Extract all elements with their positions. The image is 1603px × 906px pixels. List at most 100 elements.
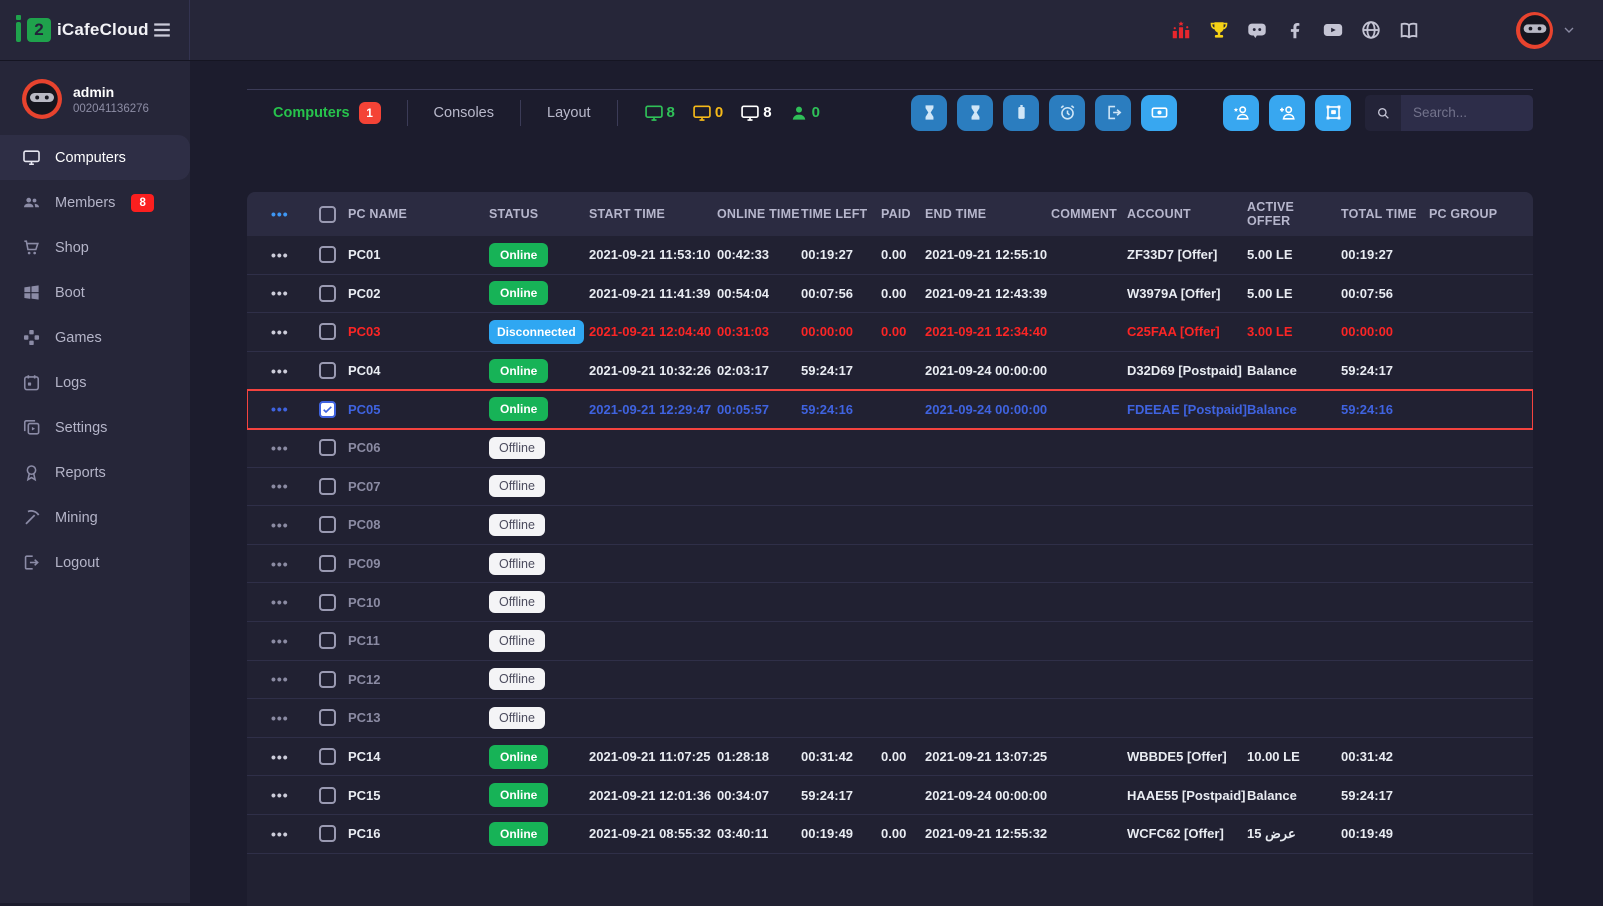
cell-total-time: 59:24:17 <box>1341 363 1429 378</box>
layout-frame-button[interactable] <box>1315 95 1351 131</box>
row-menu-icon[interactable]: ••• <box>271 788 319 802</box>
row-menu-icon[interactable]: ••• <box>271 672 319 686</box>
cell-start-time: 2021-09-21 12:29:47 <box>589 402 717 417</box>
table-row[interactable]: •••PC01Online2021-09-21 11:53:1000:42:33… <box>247 236 1533 275</box>
table-row[interactable]: •••PC06Offline <box>247 429 1533 468</box>
row-menu-icon[interactable]: ••• <box>271 479 319 493</box>
monitor-icon <box>692 103 712 123</box>
sidebar-item-members[interactable]: Members8 <box>0 180 190 225</box>
cell-time-left: 59:24:16 <box>801 402 881 417</box>
row-menu-icon[interactable]: ••• <box>271 325 319 339</box>
cart-icon <box>22 238 41 257</box>
row-menu-icon[interactable]: ••• <box>271 595 319 609</box>
row-checkbox[interactable] <box>319 285 336 302</box>
row-menu-icon[interactable]: ••• <box>271 827 319 841</box>
table-row[interactable]: •••PC04Online2021-09-21 10:32:2602:03:17… <box>247 352 1533 391</box>
battery-button[interactable] <box>1003 95 1039 131</box>
table-row[interactable]: •••PC10Offline <box>247 583 1533 622</box>
cash-button[interactable] <box>1141 95 1177 131</box>
pc-name: PC03 <box>348 324 381 339</box>
tab-consoles[interactable]: Consoles <box>408 90 520 135</box>
globe-icon[interactable] <box>1360 19 1382 41</box>
cell-time-left: 59:24:17 <box>801 788 881 803</box>
table-row[interactable]: •••PC14Online2021-09-21 11:07:2501:28:18… <box>247 738 1533 777</box>
table-row[interactable]: •••PC08Offline <box>247 506 1533 545</box>
row-checkbox[interactable] <box>319 401 336 418</box>
row-checkbox[interactable] <box>319 825 336 842</box>
cell-active-offer: 5.00 LE <box>1247 286 1341 301</box>
select-all-checkbox[interactable] <box>319 206 336 223</box>
header-menu-icon[interactable]: ••• <box>271 207 319 221</box>
trophy-icon[interactable] <box>1208 19 1230 41</box>
discord-icon[interactable] <box>1246 19 1268 41</box>
row-checkbox[interactable] <box>319 594 336 611</box>
row-menu-icon[interactable]: ••• <box>271 286 319 300</box>
row-menu-icon[interactable]: ••• <box>271 518 319 532</box>
table-row[interactable]: •••PC16Online2021-09-21 08:55:3203:40:11… <box>247 815 1533 854</box>
sidebar-item-logout[interactable]: Logout <box>0 540 190 585</box>
row-menu-icon[interactable]: ••• <box>271 441 319 455</box>
tab-layout[interactable]: Layout <box>521 90 617 135</box>
youtube-icon[interactable] <box>1322 19 1344 41</box>
row-checkbox[interactable] <box>319 632 336 649</box>
menu-toggle-icon[interactable] <box>151 19 173 41</box>
status-badge: Offline <box>489 437 545 459</box>
search-input[interactable] <box>1401 95 1533 131</box>
table-row[interactable]: •••PC13Offline <box>247 699 1533 738</box>
sidebar-item-reports[interactable]: Reports <box>0 450 190 495</box>
table-row[interactable]: •••PC11Offline <box>247 622 1533 661</box>
user-avatar[interactable] <box>1516 12 1553 49</box>
row-checkbox[interactable] <box>319 323 336 340</box>
row-menu-icon[interactable]: ••• <box>271 248 319 262</box>
cell-account: ZF33D7 [Offer] <box>1127 247 1247 262</box>
sidebar-item-logs[interactable]: Logs <box>0 360 190 405</box>
sidebar-item-mining[interactable]: Mining <box>0 495 190 540</box>
hourglass-2-button[interactable] <box>957 95 993 131</box>
row-checkbox[interactable] <box>319 362 336 379</box>
row-checkbox[interactable] <box>319 555 336 572</box>
row-checkbox[interactable] <box>319 671 336 688</box>
table-row[interactable]: •••PC05Online2021-09-21 12:29:4700:05:57… <box>247 390 1533 429</box>
row-menu-icon[interactable]: ••• <box>271 402 319 416</box>
sidebar-item-label: Reports <box>55 465 106 481</box>
windows-icon <box>22 283 41 302</box>
table-row[interactable]: •••PC07Offline <box>247 468 1533 507</box>
pc-name: PC15 <box>348 788 381 803</box>
row-menu-icon[interactable]: ••• <box>271 711 319 725</box>
cell-paid: 0.00 <box>881 286 925 301</box>
sidebar-item-games[interactable]: Games <box>0 315 190 360</box>
sign-out-button[interactable] <box>1095 95 1131 131</box>
row-checkbox[interactable] <box>319 787 336 804</box>
sidebar-item-shop[interactable]: Shop <box>0 225 190 270</box>
row-checkbox[interactable] <box>319 748 336 765</box>
cell-start-time: 2021-09-21 10:32:26 <box>589 363 717 378</box>
hourglass-1-button[interactable] <box>911 95 947 131</box>
table-row[interactable]: •••PC02Online2021-09-21 11:41:3900:54:04… <box>247 275 1533 314</box>
alarm-button[interactable] <box>1049 95 1085 131</box>
row-checkbox[interactable] <box>319 709 336 726</box>
row-menu-icon[interactable]: ••• <box>271 634 319 648</box>
table-row[interactable]: •••PC03Disconnected2021-09-21 12:04:4000… <box>247 313 1533 352</box>
ranking-icon[interactable] <box>1170 19 1192 41</box>
row-checkbox[interactable] <box>319 246 336 263</box>
sidebar-item-settings[interactable]: Settings <box>0 405 190 450</box>
tab-computers[interactable]: Computers1 <box>247 90 407 135</box>
row-checkbox[interactable] <box>319 439 336 456</box>
row-checkbox[interactable] <box>319 478 336 495</box>
book-icon[interactable] <box>1398 19 1420 41</box>
user-menu[interactable] <box>1516 12 1577 49</box>
table-row[interactable]: •••PC12Offline <box>247 661 1533 700</box>
user-star-button[interactable] <box>1223 95 1259 131</box>
table-row[interactable]: •••PC09Offline <box>247 545 1533 584</box>
sidebar-item-computers[interactable]: Computers <box>0 135 190 180</box>
row-menu-icon[interactable]: ••• <box>271 364 319 378</box>
row-checkbox[interactable] <box>319 516 336 533</box>
row-menu-icon[interactable]: ••• <box>271 557 319 571</box>
counter-monitor-0: 8 <box>644 103 675 123</box>
table-row[interactable]: •••PC15Online2021-09-21 12:01:3600:34:07… <box>247 776 1533 815</box>
column-header: PAID <box>881 207 925 221</box>
sidebar-item-boot[interactable]: Boot <box>0 270 190 315</box>
facebook-icon[interactable] <box>1284 19 1306 41</box>
user-add-button[interactable] <box>1269 95 1305 131</box>
row-menu-icon[interactable]: ••• <box>271 750 319 764</box>
